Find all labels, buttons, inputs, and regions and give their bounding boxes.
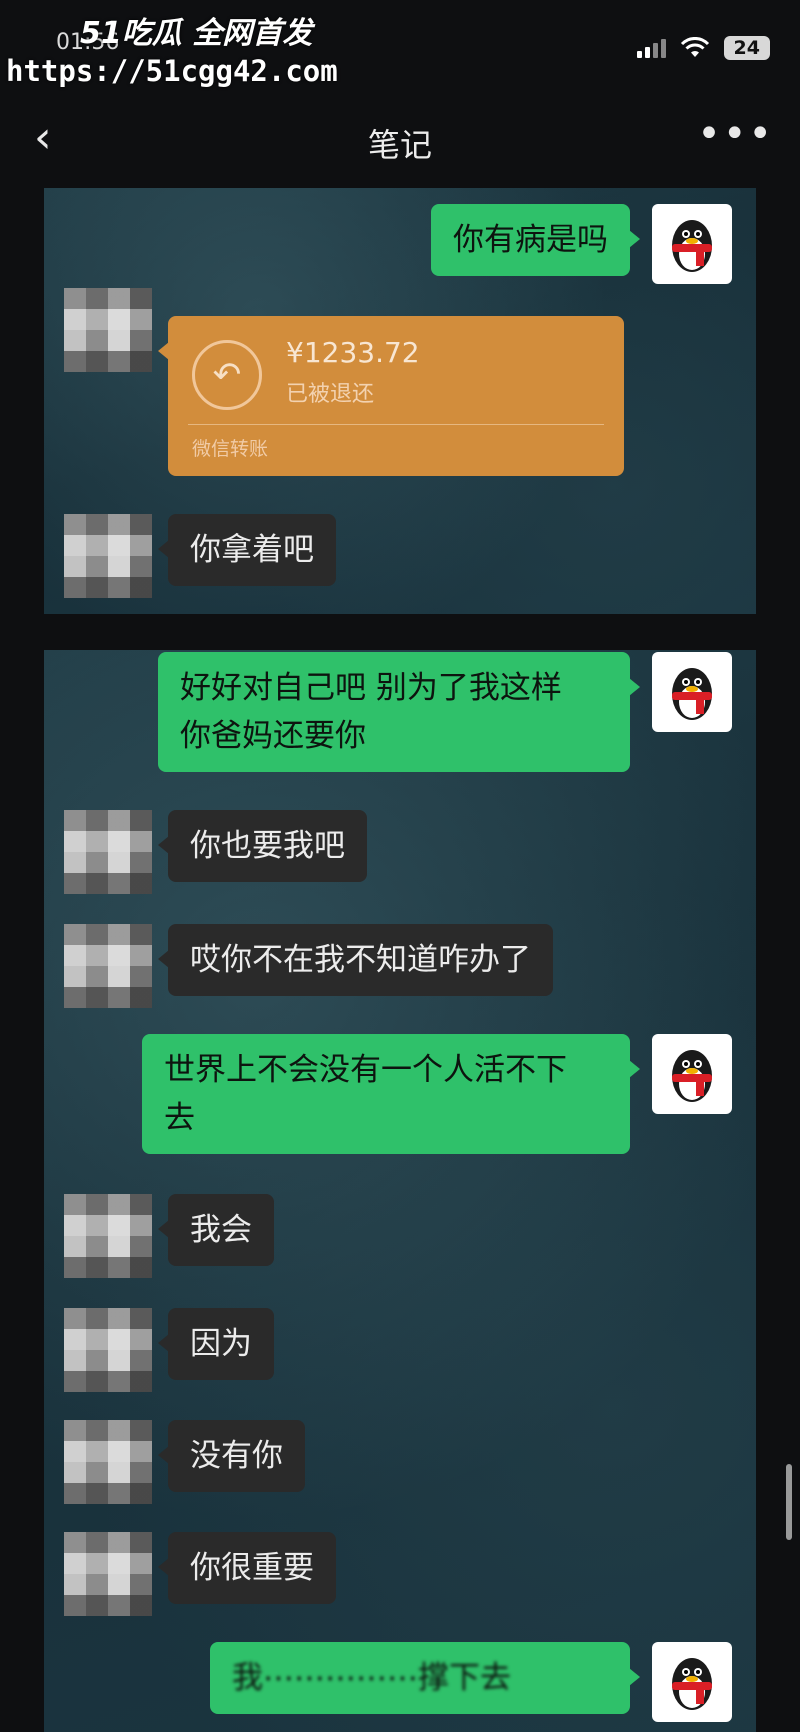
penguin-icon <box>672 1050 712 1102</box>
message-bubble-other: 没有你 <box>158 1420 305 1492</box>
message-text: 你拿着吧 <box>190 532 314 568</box>
chat-screenshot-2: 好好对自己吧 别为了我这样 你爸妈还要你 你也要我吧 哎你不在我不知道咋办了 世… <box>44 650 756 1732</box>
chat-screenshot-1: 你有病是吗 ↶ ¥1233.72 已被退还 微信转账 你拿着吧 <box>44 188 756 614</box>
avatar-other <box>64 288 152 372</box>
message-bubble-other: 你也要我吧 <box>158 810 367 882</box>
penguin-icon <box>672 220 712 272</box>
avatar-self <box>652 1642 732 1722</box>
avatar-other <box>64 1420 152 1504</box>
message-text: 没有你 <box>190 1438 283 1474</box>
transfer-status: 已被退还 <box>286 382 375 407</box>
message-text: 你有病是吗 <box>453 222 608 258</box>
message-bubble-other: 你拿着吧 <box>158 514 336 586</box>
message-text: 你很重要 <box>190 1550 314 1586</box>
more-dots-icon[interactable]: ••• <box>697 114 774 154</box>
avatar-other <box>64 1308 152 1392</box>
message-bubble-self: 好好对自己吧 别为了我这样 你爸妈还要你 <box>158 652 640 772</box>
message-bubble-self: 世界上不会没有一个人活不下 去 <box>142 1034 640 1154</box>
message-bubble-other: 我会 <box>158 1194 274 1266</box>
message-bubble-self: 你有病是吗 <box>431 204 640 276</box>
message-text: 因为 <box>190 1326 252 1362</box>
message-bubble-other: 你很重要 <box>158 1532 336 1604</box>
wifi-icon <box>680 37 709 57</box>
message-text-line: 你爸妈还要你 <box>180 718 366 754</box>
message-text: 你也要我吧 <box>190 828 345 864</box>
avatar-other <box>64 924 152 1008</box>
avatar-other <box>64 1532 152 1616</box>
transfer-label: 微信转账 <box>192 438 269 460</box>
penguin-icon <box>672 1658 712 1710</box>
transfer-amount: ¥1233.72 <box>286 336 420 369</box>
penguin-icon <box>672 668 712 720</box>
message-bubble-other: 因为 <box>158 1308 274 1380</box>
avatar-other <box>64 1194 152 1278</box>
watermark-url: https://51cgg42.com <box>6 54 338 88</box>
message-text-line: 去 <box>164 1100 195 1136</box>
page-title: 笔记 <box>367 126 432 164</box>
transfer-card[interactable]: ↶ ¥1233.72 已被退还 微信转账 <box>158 316 624 476</box>
return-arrow-icon: ↶ <box>192 340 262 410</box>
avatar-self <box>652 652 732 732</box>
signal-icon <box>636 38 666 58</box>
battery-indicator: 24 <box>723 36 770 60</box>
message-text: 哎你不在我不知道咋办了 <box>190 942 531 978</box>
watermark-brand: 51吃瓜 全网首发 <box>80 16 313 51</box>
message-text: 我⋯⋯⋯⋯⋯撑下去 <box>232 1660 511 1696</box>
avatar-self <box>652 1034 732 1114</box>
scrollbar[interactable] <box>786 1464 792 1540</box>
navigation-bar: ‹ 笔记 ••• <box>0 110 800 172</box>
status-icons: 24 <box>636 36 770 60</box>
avatar-self <box>652 204 732 284</box>
message-bubble-self: 我⋯⋯⋯⋯⋯撑下去 <box>210 1642 640 1714</box>
avatar-other <box>64 514 152 598</box>
message-bubble-other: 哎你不在我不知道咋办了 <box>158 924 553 996</box>
message-text-line: 世界上不会没有一个人活不下 <box>164 1052 567 1088</box>
avatar-other <box>64 810 152 894</box>
divider <box>188 424 604 425</box>
message-text-line: 好好对自己吧 别为了我这样 <box>180 670 562 706</box>
message-text: 我会 <box>190 1212 252 1248</box>
